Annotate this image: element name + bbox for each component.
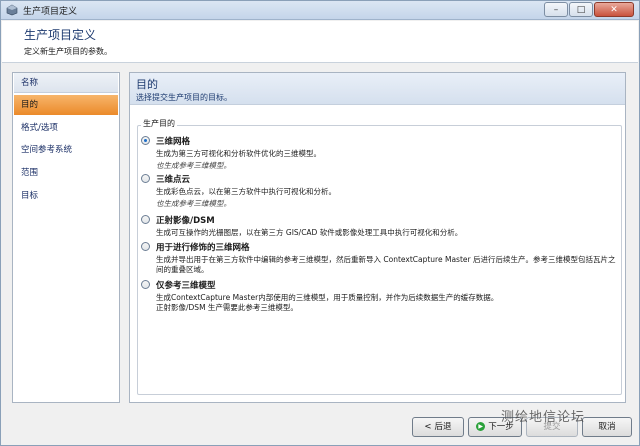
option-description: 生成为第三方可视化和分析软件优化的三维模型。: [156, 149, 321, 158]
panel-title: 目的: [136, 78, 158, 91]
option-orthophoto-dsm[interactable]: 正射影像/DSM 生成可互操作的光栅图层，以在第三方 GIS/CAD 软件或影像…: [141, 214, 611, 240]
back-label: 后退: [434, 422, 452, 432]
dialog-window: 生产项目定义 – □ ✕ 生产项目定义 定义新生产项目的参数。 名称 目的 格式…: [0, 0, 640, 446]
option-retouch-mesh[interactable]: 用于进行修饰的三维网格 生成并导出用于在第三方软件中编辑的参考三维模型，然后重新…: [141, 241, 615, 275]
option-3d-mesh[interactable]: 三维网格 生成为第三方可视化和分析软件优化的三维模型。 也生成参考三维模型。: [141, 135, 611, 170]
sidebar-item-destination[interactable]: 目标: [14, 186, 118, 206]
maximize-button[interactable]: □: [569, 2, 593, 17]
option-reference-only[interactable]: 仅参考三维模型 生成ContextCapture Master内部使用的三维模型…: [141, 279, 611, 315]
option-label: 仅参考三维模型: [156, 281, 216, 291]
radio-reference-only[interactable]: [141, 280, 150, 289]
option-label: 三维网格: [156, 137, 191, 147]
sidebar-item-srs[interactable]: 空间参考系统: [14, 140, 118, 160]
cancel-button[interactable]: 取消: [582, 417, 632, 437]
radio-3d-mesh[interactable]: [141, 136, 150, 145]
title-bar: 生产项目定义 – □ ✕: [1, 1, 639, 20]
radio-orthophoto-dsm[interactable]: [141, 215, 150, 224]
header-title: 生产项目定义: [24, 28, 97, 42]
option-description: 生成彩色点云，以在第三方软件中执行可视化和分析。: [156, 187, 336, 196]
window-title: 生产项目定义: [23, 7, 78, 17]
wizard-steps: 名称 目的 格式/选项 空间参考系统 范围 目标: [12, 72, 120, 403]
radio-retouch-mesh[interactable]: [141, 242, 150, 251]
panel-header: 目的 选择提交生产项目的目标。: [130, 73, 625, 105]
option-3d-point-cloud[interactable]: 三维点云 生成彩色点云，以在第三方软件中执行可视化和分析。 也生成参考三维模型。: [141, 173, 611, 208]
close-icon: ✕: [610, 4, 618, 15]
option-label: 用于进行修饰的三维网格: [156, 243, 250, 253]
next-icon: ▶: [476, 422, 486, 431]
dialog-header: 生产项目定义 定义新生产项目的参数。: [2, 21, 638, 63]
radio-3d-point-cloud[interactable]: [141, 174, 150, 183]
option-note: 也生成参考三维模型。: [156, 199, 231, 208]
panel-subtitle: 选择提交生产项目的目标。: [136, 93, 232, 102]
option-description: 生成并导出用于在第三方软件中编辑的参考三维模型，然后重新导入 ContextCa…: [156, 255, 616, 274]
app-icon: [6, 4, 18, 16]
sidebar-item-purpose[interactable]: 目的: [14, 95, 118, 115]
back-arrow-icon: <: [424, 422, 432, 432]
minimize-icon: –: [553, 4, 559, 15]
sidebar-item-format[interactable]: 格式/选项: [14, 118, 118, 138]
option-label: 正射影像/DSM: [156, 216, 215, 226]
sidebar-item-extent[interactable]: 范围: [14, 163, 118, 183]
option-description: 生成可互操作的光栅图层，以在第三方 GIS/CAD 软件或影像处理工具中执行可视…: [156, 228, 463, 237]
header-subtitle: 定义新生产项目的参数。: [24, 47, 112, 56]
main-panel: 目的 选择提交生产项目的目标。 生产目的 三维网格 生成为第三方可视化和分析软件…: [129, 72, 626, 403]
option-description-2: 正射影像/DSM 生产需要此参考三维模型。: [156, 303, 298, 312]
option-description: 生成ContextCapture Master内部使用的三维模型，用于质量控制，…: [156, 293, 499, 302]
maximize-icon: □: [576, 4, 586, 15]
minimize-button[interactable]: –: [544, 2, 568, 17]
sidebar-item-name[interactable]: 名称: [14, 73, 118, 93]
groupbox-label: 生产目的: [141, 118, 177, 129]
watermark: 测绘地信论坛: [501, 410, 586, 425]
cancel-label: 取消: [598, 422, 616, 432]
close-button[interactable]: ✕: [594, 2, 634, 17]
option-label: 三维点云: [156, 175, 191, 185]
back-button[interactable]: < 后退: [412, 417, 464, 437]
option-note: 也生成参考三维模型。: [156, 161, 231, 170]
